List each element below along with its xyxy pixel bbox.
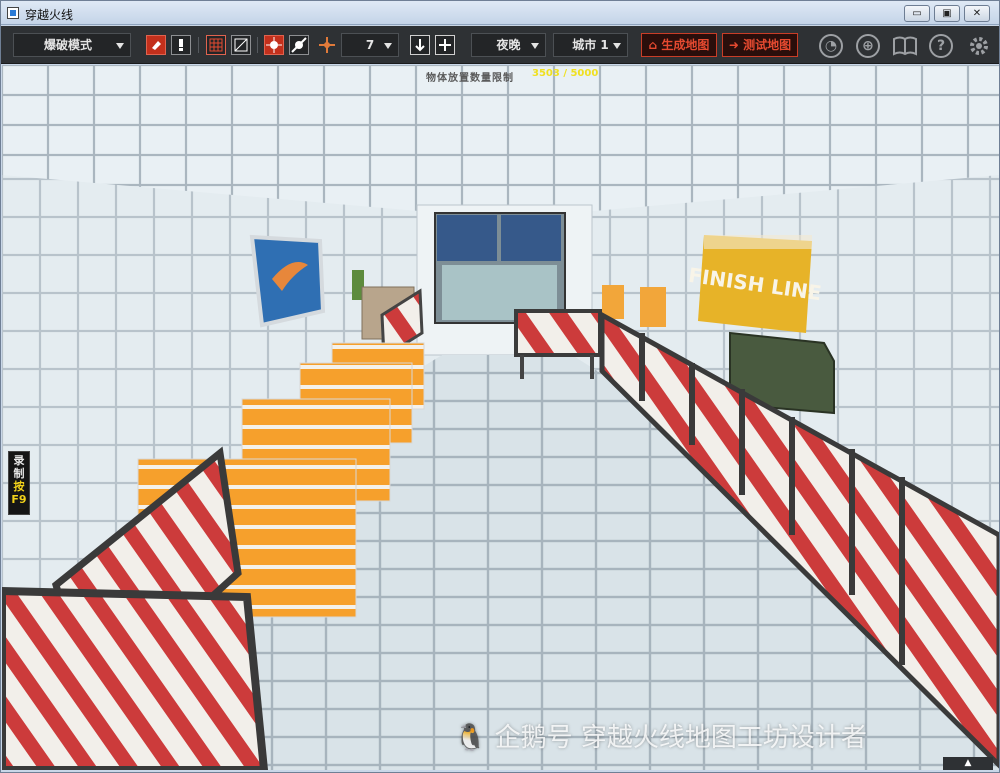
chevron-down-icon [384, 43, 392, 49]
watermark-text: 🐧 企鹅号 穿越火线地图工坊设计者 [454, 717, 867, 754]
burst-off-icon[interactable] [289, 35, 309, 55]
app-icon [7, 7, 19, 19]
book-icon[interactable] [892, 35, 918, 57]
record-hotkey: 按F9 [11, 480, 27, 506]
record-tab[interactable]: 录制 按F9 [8, 451, 30, 515]
generate-map-label: 生成地图 [661, 38, 710, 52]
window-title: 穿越火线 [25, 8, 74, 22]
undo-clock-icon[interactable]: ◔ [819, 34, 843, 58]
arrow-down-box-icon[interactable] [410, 35, 430, 55]
mode-select[interactable]: 爆破模式 [13, 33, 131, 57]
title-bar: 穿越火线 ▭ ▣ ✕ [1, 1, 999, 25]
pencil-eraser-icon[interactable] [146, 35, 166, 55]
gear-icon[interactable] [966, 33, 992, 59]
home-icon: ⌂ [648, 38, 662, 52]
test-map-label: 测试地图 [743, 38, 792, 52]
placement-limit-label: 物体放置数量限制 [426, 73, 514, 84]
add-clock-icon[interactable]: ⊕ [856, 34, 880, 58]
app-window: 穿越火线 ▭ ▣ ✕ 爆破模式 7 夜晚 城市 1 ⌂ 生成地图 ➜ 测试地图 … [0, 0, 1000, 773]
time-select-value: 夜晚 [496, 38, 521, 52]
burst-icon[interactable] [264, 35, 284, 55]
watermark-label: 企鹅号 穿越火线地图工坊设计者 [494, 723, 867, 753]
3d-viewport[interactable]: FINISH LINE 物体放置数量限制 3503 / 5000 录制 按F9 … [2, 65, 999, 770]
test-map-button[interactable]: ➜ 测试地图 [722, 33, 798, 57]
arrow-right-icon: ➜ [728, 38, 744, 52]
collapse-panel-button[interactable]: ▲ [943, 757, 993, 770]
penguin-icon: 🐧 [454, 723, 487, 753]
help-icon[interactable]: ? [929, 34, 953, 58]
time-select[interactable]: 夜晚 [471, 33, 546, 57]
plus-box-icon[interactable] [435, 35, 455, 55]
scene-render: FINISH LINE [2, 65, 999, 770]
record-label: 录制 [13, 454, 25, 480]
theme-select-value: 城市 1 [572, 38, 609, 52]
move-arrows-icon[interactable] [318, 36, 336, 54]
generate-map-button[interactable]: ⌂ 生成地图 [641, 33, 717, 57]
toolbar-divider [257, 37, 258, 53]
chevron-down-icon [531, 43, 539, 49]
close-button[interactable]: ✕ [964, 5, 990, 22]
brush-size-select[interactable]: 7 [341, 33, 399, 57]
grid-icon[interactable] [206, 35, 226, 55]
chevron-down-icon [613, 43, 621, 49]
toolbar-divider [198, 37, 199, 53]
brush-size-value: 7 [365, 38, 375, 52]
mode-select-value: 爆破模式 [44, 38, 93, 52]
theme-select[interactable]: 城市 1 [553, 33, 628, 57]
minimize-button[interactable]: ▭ [904, 5, 930, 22]
hand-tool-icon[interactable] [171, 35, 191, 55]
editor-toolbar: 爆破模式 7 夜晚 城市 1 ⌂ 生成地图 ➜ 测试地图 ◔ ⊕ ? [1, 26, 999, 64]
chevron-down-icon [116, 43, 124, 49]
slash-box-icon[interactable] [231, 35, 251, 55]
placement-count: 3503 / 5000 [532, 68, 599, 79]
maximize-button[interactable]: ▣ [934, 5, 960, 22]
